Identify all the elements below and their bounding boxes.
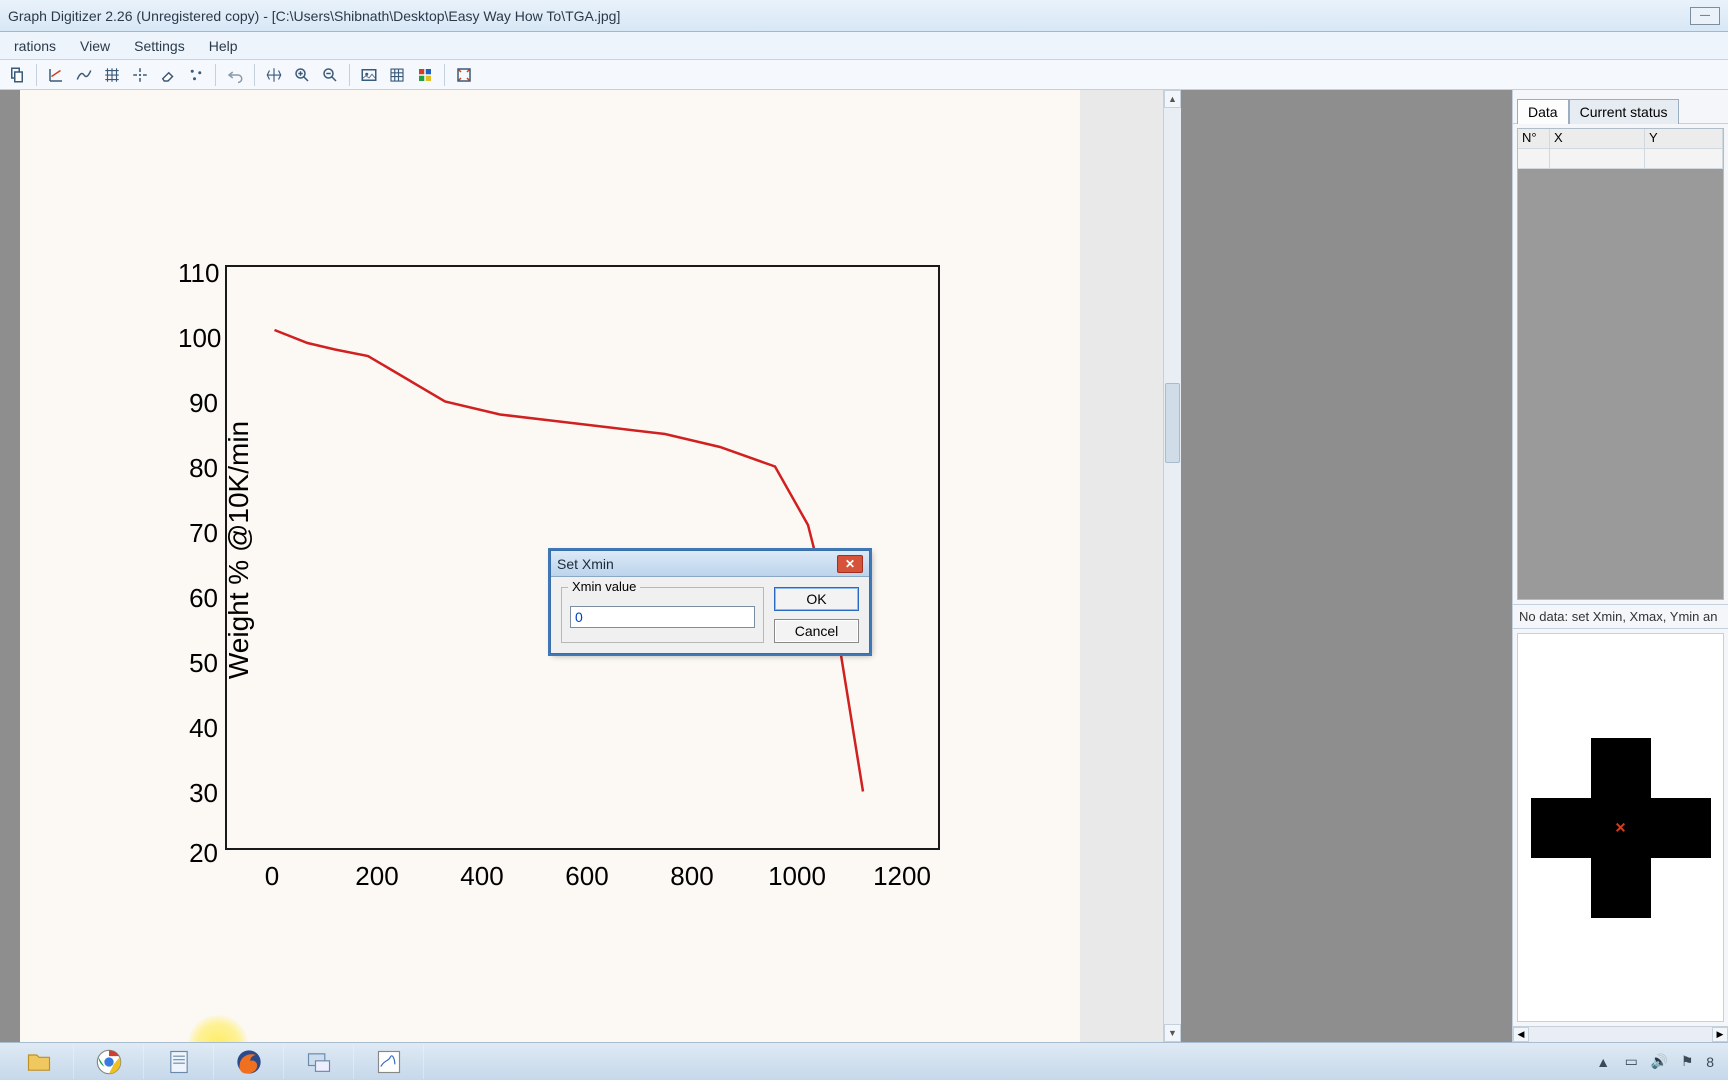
taskbar-digitizer-icon[interactable] — [354, 1045, 424, 1079]
gridlines-icon[interactable] — [384, 63, 410, 87]
tab-data[interactable]: Data — [1517, 99, 1569, 124]
menubar: rations View Settings Help — [0, 32, 1728, 60]
xtick: 600 — [565, 861, 608, 892]
ytick: 80 — [178, 453, 218, 484]
grid-header-n: N° — [1518, 129, 1550, 148]
minimize-button[interactable]: — — [1690, 7, 1720, 25]
tray-flag-icon[interactable]: ⚑ — [1678, 1053, 1696, 1071]
canvas-area: Weight % @10K/min 110 100 90 80 70 60 50… — [0, 90, 1512, 1042]
scroll-down-icon[interactable]: ▼ — [1164, 1024, 1181, 1042]
taskbar-explorer-icon[interactable] — [4, 1045, 74, 1079]
ytick: 70 — [178, 518, 218, 549]
scroll-up-icon[interactable]: ▲ — [1164, 90, 1181, 108]
xtick: 0 — [265, 861, 279, 892]
ytick: 30 — [178, 778, 218, 809]
grid-cell[interactable] — [1550, 149, 1645, 168]
xtick: 1000 — [768, 861, 826, 892]
window-title: Graph Digitizer 2.26 (Unregistered copy)… — [8, 8, 1686, 24]
grid-cell[interactable] — [1645, 149, 1723, 168]
taskbar-system-icon[interactable] — [284, 1045, 354, 1079]
grid-header-x: X — [1550, 129, 1645, 148]
scroll-left-icon[interactable]: ◀ — [1513, 1027, 1529, 1042]
tray-action-center-icon[interactable]: ▭ — [1622, 1053, 1640, 1071]
color-picker-icon[interactable] — [412, 63, 438, 87]
taskbar-notepad-icon[interactable] — [144, 1045, 214, 1079]
dialog-set-xmin: Set Xmin ✕ Xmin value OK Cancel — [550, 550, 870, 654]
magnifier-crosshair-icon: ✕ — [1531, 738, 1711, 918]
side-tabs: Data Current status — [1513, 90, 1728, 124]
grid-body-empty — [1518, 169, 1723, 599]
taskbar: ▲ ▭ 🔊 ⚑ 8 — [0, 1042, 1728, 1080]
ytick: 40 — [178, 713, 218, 744]
ok-button[interactable]: OK — [774, 587, 859, 611]
fieldset-xmin: Xmin value — [561, 587, 764, 643]
curve-icon[interactable] — [71, 63, 97, 87]
xmin-input[interactable] — [570, 606, 755, 628]
magnifier-hscrollbar[interactable]: ◀ ▶ — [1513, 1026, 1728, 1042]
toolbar — [0, 60, 1728, 90]
ytick: 110 — [178, 258, 218, 289]
workspace: Weight % @10K/min 110 100 90 80 70 60 50… — [0, 90, 1728, 1042]
tray-volume-icon[interactable]: 🔊 — [1650, 1053, 1668, 1071]
titlebar: Graph Digitizer 2.26 (Unregistered copy)… — [0, 0, 1728, 32]
tab-current-status[interactable]: Current status — [1569, 99, 1679, 124]
xtick: 1200 — [873, 861, 931, 892]
tray-clock[interactable]: 8 — [1706, 1054, 1714, 1070]
grid-cell[interactable] — [1518, 149, 1550, 168]
cancel-button[interactable]: Cancel — [774, 619, 859, 643]
crosshair-icon[interactable] — [127, 63, 153, 87]
set-axis-icon[interactable] — [43, 63, 69, 87]
ytick: 60 — [178, 583, 218, 614]
ytick: 50 — [178, 648, 218, 679]
side-panel: Data Current status N° X Y No data: set … — [1512, 90, 1728, 1042]
canvas-vscrollbar[interactable]: ▲ ▼ — [1163, 90, 1181, 1042]
xtick: 400 — [460, 861, 503, 892]
data-grid[interactable]: N° X Y — [1517, 128, 1724, 600]
tray-chevron-icon[interactable]: ▲ — [1594, 1053, 1612, 1071]
system-tray: ▲ ▭ 🔊 ⚑ 8 — [1594, 1053, 1724, 1071]
image-settings-icon[interactable] — [356, 63, 382, 87]
menu-settings[interactable]: Settings — [124, 36, 195, 56]
scroll-right-icon[interactable]: ▶ — [1712, 1027, 1728, 1042]
zoom-in-icon[interactable] — [289, 63, 315, 87]
ytick: 90 — [178, 388, 218, 419]
copy-icon[interactable] — [4, 63, 30, 87]
grid-header-y: Y — [1645, 129, 1723, 148]
ytick: 20 — [178, 838, 218, 869]
points-icon[interactable] — [183, 63, 209, 87]
magnifier-center-mark: ✕ — [1615, 819, 1627, 836]
eraser-icon[interactable] — [155, 63, 181, 87]
dialog-title: Set Xmin — [557, 556, 614, 572]
taskbar-firefox-icon[interactable] — [214, 1045, 284, 1079]
xtick: 200 — [355, 861, 398, 892]
menu-operations[interactable]: rations — [4, 36, 66, 56]
magnifier-view: ✕ — [1517, 633, 1724, 1022]
xtick: 800 — [670, 861, 713, 892]
ytick: 100 — [178, 323, 218, 354]
dialog-titlebar[interactable]: Set Xmin ✕ — [551, 551, 869, 577]
dialog-close-button[interactable]: ✕ — [837, 555, 863, 573]
status-note: No data: set Xmin, Xmax, Ymin an — [1513, 604, 1728, 629]
pan-icon[interactable] — [261, 63, 287, 87]
taskbar-chrome-icon[interactable] — [74, 1045, 144, 1079]
menu-help[interactable]: Help — [199, 36, 248, 56]
grid-snap-icon[interactable] — [99, 63, 125, 87]
fieldset-legend: Xmin value — [568, 579, 640, 594]
menu-view[interactable]: View — [70, 36, 120, 56]
scroll-thumb[interactable] — [1165, 383, 1180, 463]
zoom-out-icon[interactable] — [317, 63, 343, 87]
fit-window-icon[interactable] — [451, 63, 477, 87]
undo-icon[interactable] — [222, 63, 248, 87]
